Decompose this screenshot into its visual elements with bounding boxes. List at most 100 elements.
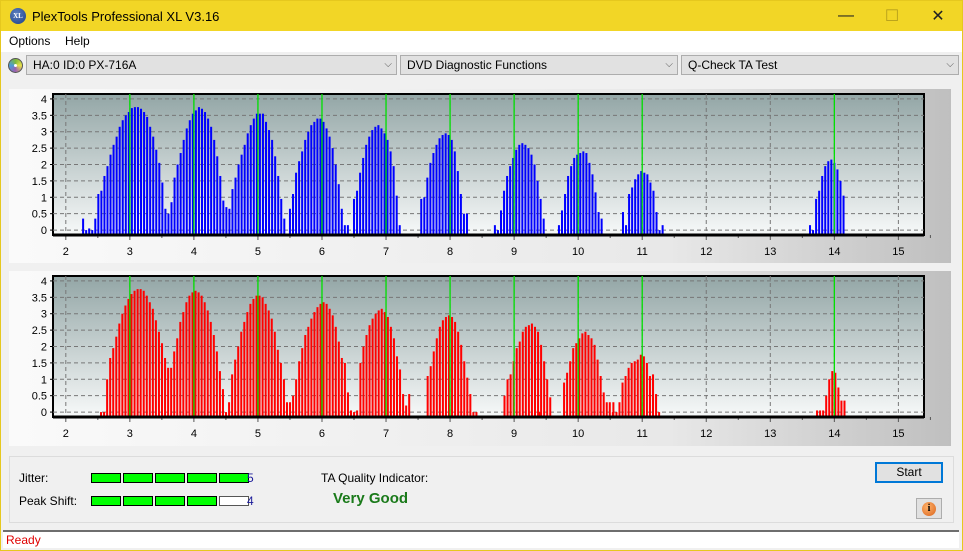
bar [310, 125, 313, 234]
bar [91, 230, 94, 234]
bar [334, 164, 337, 234]
bar [298, 361, 301, 416]
bar [540, 344, 543, 416]
bar [368, 325, 371, 416]
bar [454, 321, 457, 416]
drive-select[interactable]: HA:0 ID:0 PX-716A ⌵ [26, 55, 397, 75]
status-bar: Ready [3, 530, 959, 548]
bar [824, 166, 827, 234]
bar [115, 136, 118, 234]
bar [331, 315, 334, 416]
bar [506, 379, 509, 416]
function-select-value: DVD Diagnostic Functions [407, 58, 548, 72]
results-group [9, 456, 954, 523]
x-tick-label: 14 [828, 428, 840, 440]
bar [261, 113, 264, 234]
bar [441, 320, 444, 416]
bar [518, 341, 521, 416]
x-tick-label: 6 [319, 246, 325, 258]
y-tick-label: 4 [41, 276, 47, 288]
bar [337, 341, 340, 416]
maximize-button[interactable]: ☐ [869, 1, 915, 31]
bar [152, 136, 155, 234]
bar [194, 110, 197, 234]
bar [590, 338, 593, 416]
bar [185, 302, 188, 416]
bar [812, 230, 815, 234]
menu-options[interactable]: Options [9, 34, 50, 48]
start-button[interactable]: Start [875, 462, 943, 483]
bar [279, 362, 282, 416]
bar [219, 175, 222, 234]
x-tick-label: 3 [127, 246, 133, 258]
bar [624, 376, 627, 416]
test-select[interactable]: Q-Check TA Test ⌵ [681, 55, 959, 75]
bar [343, 362, 346, 416]
bar [655, 212, 658, 234]
bar [365, 335, 368, 416]
bar [509, 374, 512, 416]
bar [808, 225, 812, 234]
menu-help[interactable]: Help [65, 34, 90, 48]
minimize-button[interactable]: — [823, 1, 869, 31]
drive-select-value: HA:0 ID:0 PX-716A [33, 58, 137, 72]
x-tick-label: 13 [764, 246, 776, 258]
bar [228, 208, 231, 234]
bar [249, 125, 252, 234]
app-window: XL PlexTools Professional XL V3.16 — ☐ ✕… [0, 0, 963, 551]
x-tick-label: 8 [447, 428, 453, 440]
info-button[interactable]: i [916, 498, 942, 519]
bar [821, 175, 824, 234]
bar [127, 298, 130, 416]
bar [633, 361, 636, 416]
bar [225, 207, 228, 234]
bar [340, 357, 343, 416]
bar [380, 308, 383, 416]
y-tick-label: 3.5 [32, 292, 47, 304]
bar [639, 354, 642, 416]
bar [340, 208, 343, 234]
bar [234, 177, 237, 234]
bar [646, 174, 649, 234]
bar [392, 338, 395, 416]
title-bar[interactable]: XL PlexTools Professional XL V3.16 — ☐ ✕ [1, 1, 962, 31]
bar [112, 144, 115, 234]
function-select[interactable]: DVD Diagnostic Functions ⌵ [400, 55, 678, 75]
bar [447, 134, 450, 234]
bar [570, 166, 573, 234]
bar [265, 121, 268, 234]
bar [463, 361, 466, 416]
bar [518, 144, 521, 234]
y-tick-label: 1.5 [32, 176, 47, 188]
bar [591, 174, 594, 234]
bar [569, 361, 572, 416]
bar [566, 372, 569, 416]
bar [149, 126, 152, 234]
y-tick-label: 0 [41, 225, 47, 237]
bar [316, 118, 319, 234]
bar [466, 377, 469, 416]
bar [386, 139, 389, 234]
bar [377, 310, 380, 416]
x-tick-label: 14 [828, 246, 840, 258]
bar [560, 210, 564, 234]
jitter-segment [123, 473, 153, 483]
x-tick-label: 12 [700, 428, 712, 440]
close-button[interactable]: ✕ [915, 1, 961, 31]
bar [649, 182, 652, 234]
bar [631, 187, 634, 234]
bar [158, 162, 161, 234]
bar [506, 175, 509, 234]
bar [836, 169, 839, 234]
bar [228, 402, 231, 416]
bar [115, 336, 118, 416]
bar [831, 371, 834, 416]
bar [295, 379, 298, 416]
y-tick-label: 2.5 [32, 143, 47, 155]
chevron-down-icon: ⌵ [665, 59, 673, 70]
bar [572, 348, 575, 416]
bar [212, 335, 215, 416]
jitter-segment [219, 473, 249, 483]
bar [527, 148, 530, 234]
bar [191, 292, 194, 416]
